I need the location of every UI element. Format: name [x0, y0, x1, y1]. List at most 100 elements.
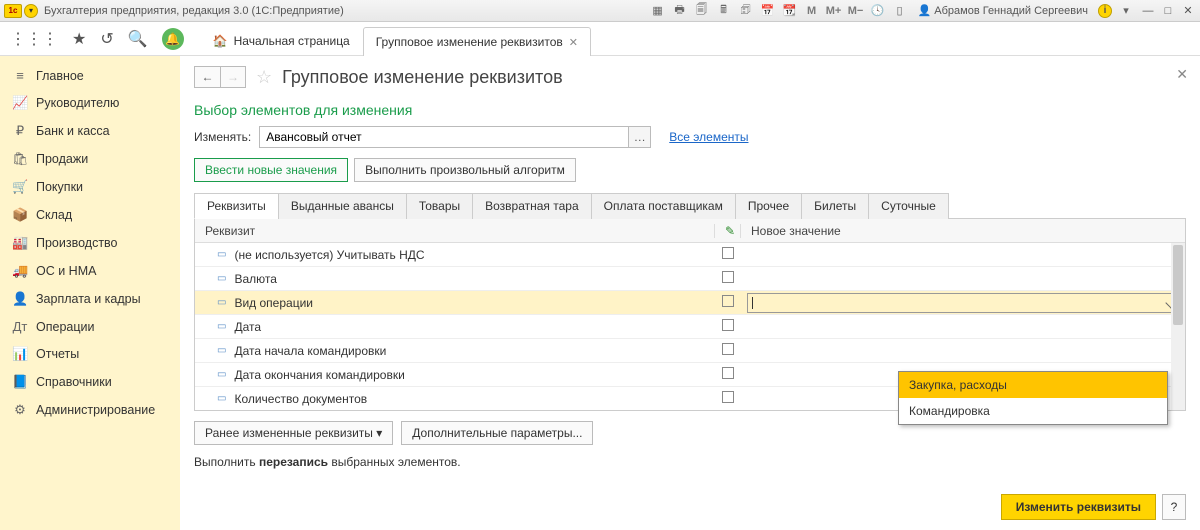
- document-icon[interactable]: 🗐: [694, 3, 710, 19]
- nav-forward-button[interactable]: →: [220, 66, 246, 88]
- sidebar-item-sales[interactable]: 🛍Продажи: [0, 145, 180, 173]
- sidebar-icon: 📈: [12, 95, 28, 111]
- sidebar-item-operations[interactable]: ДтОперации: [0, 313, 180, 340]
- intab-other[interactable]: Прочее: [735, 193, 802, 219]
- table-row[interactable]: ▭Валюта: [195, 267, 1185, 291]
- table-row-selected[interactable]: ▭Вид операции: [195, 291, 1185, 315]
- favorite-star-icon[interactable]: ★: [72, 29, 86, 49]
- window-minimize-icon[interactable]: —: [1140, 4, 1156, 18]
- section-sidebar: ≡Главное 📈Руководителю ₽Банк и касса 🛍Пр…: [0, 56, 180, 530]
- zoom-m-icon[interactable]: M: [804, 3, 820, 19]
- change-type-picker-button[interactable]: …: [629, 126, 651, 148]
- table-row[interactable]: ▭Дата начала командировки: [195, 339, 1185, 363]
- page-title: Групповое изменение реквизитов: [282, 67, 563, 88]
- sidebar-item-assets[interactable]: 🚚ОС и НМА: [0, 257, 180, 285]
- row-checkbox[interactable]: [722, 295, 734, 307]
- sidebar-item-reports[interactable]: 📊Отчеты: [0, 340, 180, 368]
- tb-icon-5[interactable]: 🗊: [738, 3, 754, 19]
- col-requisite-header[interactable]: Реквизит: [195, 224, 715, 238]
- value-editor-input[interactable]: [747, 293, 1177, 313]
- zoom-mplus-icon[interactable]: M+: [826, 3, 842, 19]
- table-scrollbar[interactable]: [1171, 243, 1185, 410]
- row-checkbox[interactable]: [722, 247, 734, 259]
- sidebar-item-bank[interactable]: ₽Банк и касса: [0, 117, 180, 145]
- app-menu-dropdown-icon[interactable]: ▾: [24, 4, 38, 18]
- table-row[interactable]: ▭Дата: [195, 315, 1185, 339]
- sidebar-icon: 🏭: [12, 235, 28, 251]
- sidebar-icon: 🛒: [12, 179, 28, 195]
- field-icon: ▭: [217, 297, 226, 308]
- tab-group-edit[interactable]: Групповое изменение реквизитов ✕: [363, 27, 591, 56]
- mode-new-values-button[interactable]: Ввести новые значения: [194, 158, 348, 182]
- sidebar-icon: 🚚: [12, 263, 28, 279]
- scrollbar-thumb[interactable]: [1173, 245, 1183, 325]
- sidebar-label: Склад: [36, 208, 72, 222]
- sidebar-label: Зарплата и кадры: [36, 292, 141, 306]
- intab-daily[interactable]: Суточные: [868, 193, 949, 219]
- row-checkbox[interactable]: [722, 271, 734, 283]
- sidebar-item-production[interactable]: 🏭Производство: [0, 229, 180, 257]
- mode-algorithm-button[interactable]: Выполнить произвольный алгоритм: [354, 158, 576, 182]
- help-button[interactable]: ?: [1162, 494, 1186, 520]
- inner-tab-bar: Реквизиты Выданные авансы Товары Возврат…: [194, 192, 1186, 219]
- intab-returnable[interactable]: Возвратная тара: [472, 193, 592, 219]
- dropdown-option-purchase[interactable]: Закупка, расходы: [899, 372, 1167, 398]
- row-label: Дата: [234, 320, 261, 334]
- book-icon[interactable]: ▯: [892, 3, 908, 19]
- calc-icon[interactable]: 🖩: [716, 3, 732, 19]
- table-row[interactable]: ▭(не используется) Учитывать НДС: [195, 243, 1185, 267]
- notifications-bell-icon[interactable]: 🔔: [162, 28, 184, 50]
- print-icon[interactable]: 🖶: [672, 3, 688, 19]
- sidebar-label: Отчеты: [36, 347, 79, 361]
- sidebar-item-catalogs[interactable]: 📘Справочники: [0, 368, 180, 396]
- title-bar: 1c ▾ Бухгалтерия предприятия, редакция 3…: [0, 0, 1200, 22]
- sidebar-icon: ₽: [12, 123, 28, 139]
- row-checkbox[interactable]: [722, 343, 734, 355]
- app-logo-icon: 1c: [4, 4, 22, 18]
- sidebar-item-main[interactable]: ≡Главное: [0, 62, 180, 89]
- calendar-icon[interactable]: 📅: [760, 3, 776, 19]
- info-drop-icon[interactable]: ▾: [1118, 3, 1134, 19]
- sidebar-item-warehouse[interactable]: 📦Склад: [0, 201, 180, 229]
- tb-icon-grid[interactable]: ▦: [650, 3, 666, 19]
- extra-params-button[interactable]: Дополнительные параметры...: [401, 421, 593, 445]
- intab-goods[interactable]: Товары: [406, 193, 473, 219]
- row-label: Дата начала командировки: [234, 344, 386, 358]
- intab-advances[interactable]: Выданные авансы: [278, 193, 407, 219]
- row-checkbox[interactable]: [722, 319, 734, 331]
- apply-changes-button[interactable]: Изменить реквизиты: [1001, 494, 1156, 520]
- nav-back-button[interactable]: ←: [194, 66, 220, 88]
- user-indicator[interactable]: 👤 Абрамов Геннадий Сергеевич: [914, 4, 1092, 17]
- sidebar-item-manager[interactable]: 📈Руководителю: [0, 89, 180, 117]
- user-icon: 👤: [918, 4, 932, 17]
- page-close-icon[interactable]: ✕: [1176, 66, 1188, 83]
- clock-icon[interactable]: 🕓: [870, 3, 886, 19]
- sidebar-item-salary[interactable]: 👤Зарплата и кадры: [0, 285, 180, 313]
- search-icon[interactable]: 🔍: [128, 29, 148, 49]
- sidebar-item-admin[interactable]: ⚙Администрирование: [0, 396, 180, 424]
- field-icon: ▭: [217, 393, 226, 404]
- window-close-icon[interactable]: ✕: [1180, 4, 1196, 18]
- dropdown-option-trip[interactable]: Командировка: [899, 398, 1167, 424]
- zoom-mminus-icon[interactable]: M−: [848, 3, 864, 19]
- apps-grid-icon[interactable]: ⋮⋮⋮: [10, 29, 58, 49]
- row-checkbox[interactable]: [722, 391, 734, 403]
- col-edit-header-icon[interactable]: ✎: [715, 224, 741, 238]
- intab-tickets[interactable]: Билеты: [801, 193, 869, 219]
- history-icon[interactable]: ↺: [100, 29, 113, 49]
- tab-home[interactable]: 🏠 Начальная страница: [200, 26, 363, 55]
- info-icon[interactable]: i: [1098, 4, 1112, 18]
- sidebar-icon: Дт: [12, 319, 28, 334]
- tab-close-icon[interactable]: ✕: [569, 36, 578, 49]
- calendar2-icon[interactable]: 📆: [782, 3, 798, 19]
- intab-payments[interactable]: Оплата поставщикам: [591, 193, 736, 219]
- window-maximize-icon[interactable]: □: [1160, 4, 1176, 18]
- col-newvalue-header[interactable]: Новое значение: [741, 224, 1185, 238]
- all-elements-link[interactable]: Все элементы: [669, 130, 748, 144]
- intab-requisites[interactable]: Реквизиты: [194, 193, 279, 219]
- favorite-outline-icon[interactable]: ☆: [256, 67, 272, 88]
- row-checkbox[interactable]: [722, 367, 734, 379]
- prev-changed-button[interactable]: Ранее измененные реквизиты ▾: [194, 421, 393, 445]
- change-type-input[interactable]: [259, 126, 629, 148]
- sidebar-item-purchases[interactable]: 🛒Покупки: [0, 173, 180, 201]
